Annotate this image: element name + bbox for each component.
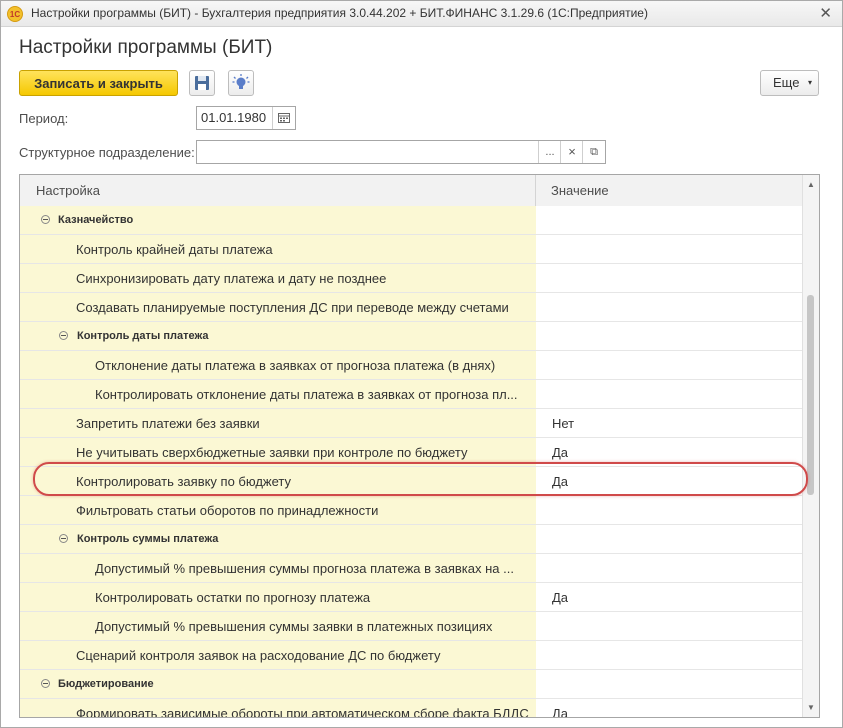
table-row[interactable]: Сценарий контроля заявок на расходование… [20, 641, 804, 670]
table-row[interactable]: Бюджетирование [20, 670, 804, 699]
setting-label: Сценарий контроля заявок на расходование… [76, 648, 441, 663]
setting-label: Фильтровать статьи оборотов по принадлеж… [76, 503, 379, 518]
more-button[interactable]: Еще ▾ [760, 70, 819, 96]
value-cell[interactable] [536, 496, 804, 524]
table-row[interactable]: Формировать зависимые обороты при автома… [20, 699, 804, 718]
value-cell[interactable] [536, 235, 804, 263]
setting-label: Не учитывать сверхбюджетные заявки при к… [76, 445, 468, 460]
group-label: Казначейство [58, 214, 134, 226]
setting-value: Да [552, 474, 569, 489]
setting-label: Допустимый % превышения суммы прогноза п… [95, 561, 514, 576]
table-row[interactable]: Контролировать отклонение даты платежа в… [20, 380, 804, 409]
value-cell[interactable] [536, 380, 804, 408]
settings-window: 1С Настройки программы (БИТ) - Бухгалтер… [0, 0, 843, 728]
collapse-icon[interactable] [59, 534, 68, 543]
open-icon[interactable]: ⧉ [582, 141, 605, 163]
setting-label: Контроль крайней даты платежа [76, 242, 273, 257]
value-cell[interactable] [536, 438, 804, 466]
value-cell[interactable] [536, 351, 804, 379]
column-header-value[interactable]: Значение [551, 183, 609, 198]
setting-label: Формировать зависимые обороты при автома… [76, 706, 529, 718]
table-row[interactable]: Запретить платежи без заявки Нет [20, 409, 804, 438]
setting-label: Контролировать отклонение даты платежа в… [95, 387, 518, 402]
setting-label: Синхронизировать дату платежа и дату не … [76, 271, 387, 286]
lightbulb-icon [232, 74, 250, 89]
setting-label: Отклонение даты платежа в заявках от про… [95, 358, 496, 373]
table-row[interactable]: Контроль даты платежа [20, 322, 804, 351]
value-cell[interactable] [536, 670, 804, 698]
value-cell[interactable] [536, 264, 804, 292]
page-title: Настройки программы (БИТ) [19, 37, 273, 58]
setting-label: Запретить платежи без заявки [76, 416, 260, 431]
table-row[interactable]: Казначейство [20, 206, 804, 235]
period-label: Период: [19, 111, 69, 126]
calendar-icon[interactable] [272, 107, 295, 129]
scroll-up-icon[interactable]: ▲ [807, 180, 815, 189]
select-button[interactable]: ... [538, 141, 561, 163]
scroll-thumb[interactable] [807, 295, 814, 495]
table-row[interactable]: Не учитывать сверхбюджетные заявки при к… [20, 438, 804, 467]
group-label: Бюджетирование [58, 678, 154, 690]
save-button[interactable] [189, 70, 215, 96]
setting-value: Да [552, 445, 569, 460]
table-row[interactable]: Контроль крайней даты платежа [20, 235, 804, 264]
table-header: Настройка Значение [20, 175, 804, 207]
value-cell[interactable] [536, 612, 804, 640]
division-field[interactable]: ... × ⧉ [196, 140, 606, 164]
title-bar: 1С Настройки программы (БИТ) - Бухгалтер… [1, 1, 842, 27]
setting-label: Создавать планируемые поступления ДС при… [76, 300, 509, 315]
app-logo-icon: 1С [7, 6, 23, 22]
table-body: Казначейство Контроль крайней даты платеж… [20, 206, 804, 718]
setting-value: Да [552, 590, 569, 605]
table-row[interactable]: Контроль суммы платежа [20, 525, 804, 554]
table-row[interactable]: Фильтровать статьи оборотов по принадлеж… [20, 496, 804, 525]
table-row[interactable]: Синхронизировать дату платежа и дату не … [20, 264, 804, 293]
value-cell[interactable] [536, 293, 804, 321]
value-cell[interactable] [536, 525, 804, 553]
close-icon[interactable]: ✕ [819, 4, 832, 22]
column-header-setting[interactable]: Настройка [36, 183, 100, 198]
setting-value: Нет [552, 416, 575, 431]
group-label: Контроль даты платежа [77, 330, 209, 342]
value-cell[interactable] [536, 409, 804, 437]
period-field[interactable]: 01.01.1980 [196, 106, 296, 130]
table-row[interactable]: Контролировать заявку по бюджету Да [20, 467, 804, 496]
table-row[interactable]: Контролировать остатки по прогнозу плате… [20, 583, 804, 612]
collapse-icon[interactable] [41, 679, 50, 688]
setting-label: Контролировать заявку по бюджету [76, 474, 292, 489]
period-value: 01.01.1980 [201, 110, 267, 125]
value-cell[interactable] [536, 554, 804, 582]
setting-label: Допустимый % превышения суммы заявки в п… [95, 619, 493, 634]
collapse-icon[interactable] [41, 215, 50, 224]
clear-icon[interactable]: × [560, 141, 583, 163]
chevron-down-icon: ▾ [807, 78, 812, 87]
table-row[interactable]: Создавать планируемые поступления ДС при… [20, 293, 804, 322]
setting-label: Контролировать остатки по прогнозу плате… [95, 590, 371, 605]
floppy-disk-icon [195, 76, 209, 90]
window-title: Настройки программы (БИТ) - Бухгалтерия … [31, 6, 648, 20]
group-label: Контроль суммы платежа [77, 533, 219, 545]
more-button-label: Еще [773, 75, 800, 90]
scroll-down-icon[interactable]: ▼ [807, 703, 815, 712]
save-and-close-button[interactable]: Записать и закрыть [19, 70, 178, 96]
column-divider [535, 175, 536, 206]
vertical-scrollbar[interactable]: ▲ ▼ [802, 175, 819, 717]
table-row[interactable]: Допустимый % превышения суммы прогноза п… [20, 554, 804, 583]
hint-button[interactable] [228, 70, 254, 96]
value-cell[interactable] [536, 641, 804, 669]
division-label: Структурное подразделение: [19, 145, 195, 160]
table-row[interactable]: Отклонение даты платежа в заявках от про… [20, 351, 804, 380]
value-cell[interactable] [536, 467, 804, 495]
collapse-icon[interactable] [59, 331, 68, 340]
value-cell[interactable] [536, 583, 804, 611]
setting-value: Да [552, 706, 569, 718]
value-cell[interactable] [536, 322, 804, 350]
value-cell[interactable] [536, 206, 804, 234]
table-row[interactable]: Допустимый % превышения суммы заявки в п… [20, 612, 804, 641]
value-cell[interactable] [536, 699, 804, 717]
settings-table: Настройка Значение Казначейство Контроль … [19, 174, 820, 718]
